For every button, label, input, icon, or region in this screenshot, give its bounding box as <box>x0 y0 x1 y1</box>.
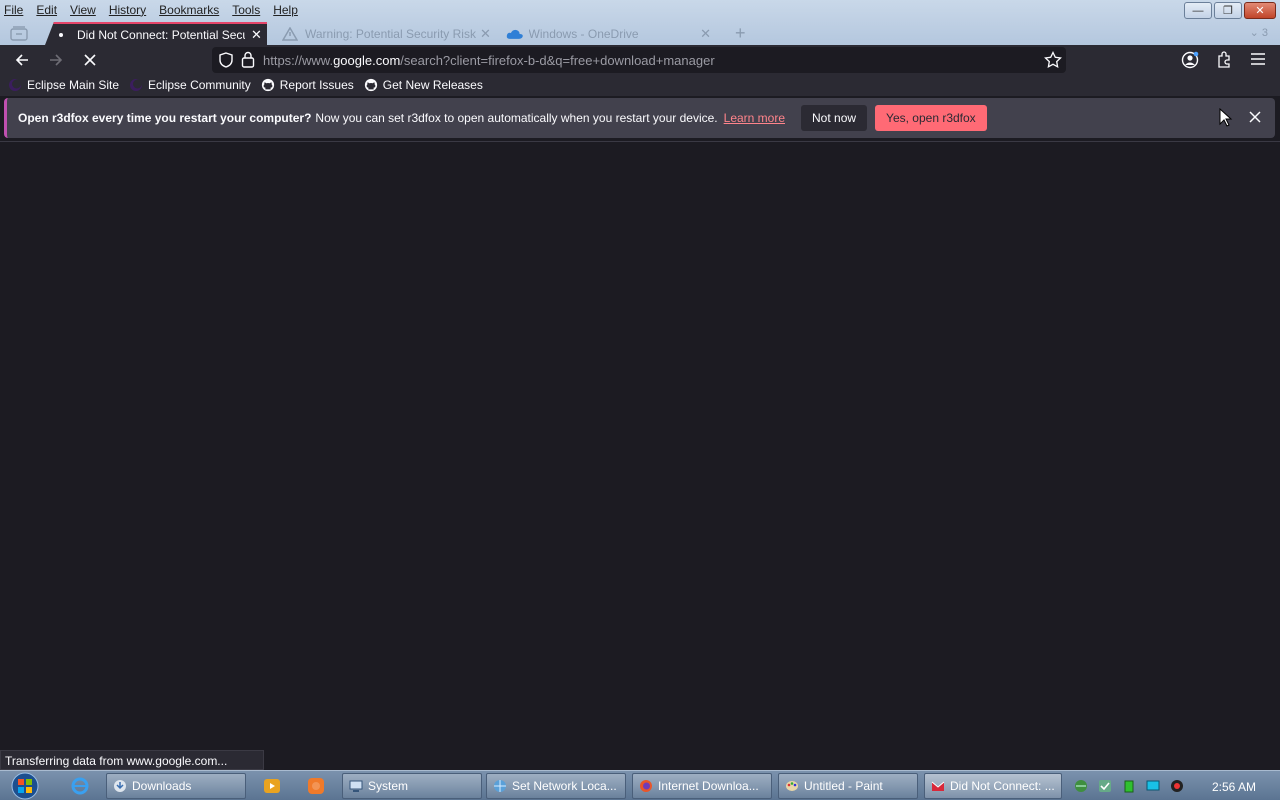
tab-strip: Did Not Connect: Potential Secu ✕ Warnin… <box>0 22 1280 45</box>
tab-title: Warning: Potential Security Risk <box>305 26 476 41</box>
app-launcher-icon[interactable] <box>306 776 326 796</box>
taskbar-item-internet-download[interactable]: Internet Downloa... <box>632 773 772 799</box>
hamburger-menu-icon[interactable] <box>1250 52 1266 66</box>
menu-edit[interactable]: Edit <box>36 3 57 17</box>
url-bar[interactable]: https://www.google.com/search?client=fir… <box>212 47 1066 73</box>
network-tray-icon[interactable] <box>1074 779 1088 793</box>
content-separator <box>0 141 1280 142</box>
bookmark-star-icon[interactable] <box>1044 51 1062 69</box>
tab-title: Did Not Connect: Potential Secu <box>77 27 245 42</box>
bookmark-label: Eclipse Community <box>148 78 251 92</box>
menu-help[interactable]: Help <box>273 3 298 17</box>
minimize-button[interactable]: — <box>1184 2 1212 19</box>
yes-open-button[interactable]: Yes, open r3dfox <box>875 105 987 131</box>
bookmark-label: Report Issues <box>279 78 354 92</box>
bookmarks-toolbar: Eclipse Main Site Eclipse Community Repo… <box>0 74 1280 96</box>
account-icon[interactable] <box>1181 51 1199 69</box>
network-icon <box>494 780 506 792</box>
eclipse-icon <box>130 79 143 91</box>
taskbar: Downloads System Set Network Loca... Int… <box>0 770 1280 800</box>
system-icon <box>349 780 363 792</box>
taskbar-item-system[interactable]: System <box>342 773 482 799</box>
taskbar-label: Downloads <box>132 779 192 793</box>
warning-icon <box>282 26 298 41</box>
system-tray: 2:56 AM <box>1066 772 1280 800</box>
menu-file[interactable]: File <box>4 3 23 17</box>
url-path: /search?client=firefox-b-d&q=free+downlo… <box>400 53 715 68</box>
taskbar-label: Untitled - Paint <box>804 779 883 793</box>
firefox-icon <box>640 780 652 792</box>
tab-loading-dot-icon <box>59 32 63 37</box>
github-icon <box>261 78 274 92</box>
internet-explorer-icon[interactable] <box>70 776 90 796</box>
system-clock[interactable]: 2:56 AM <box>1212 780 1256 794</box>
window-controls: — ❐ ✕ <box>1184 2 1276 19</box>
eclipse-icon <box>9 79 21 91</box>
tab-security-warning[interactable]: Warning: Potential Security Risk ✕ <box>282 22 492 45</box>
menu-history[interactable]: History <box>109 3 146 17</box>
taskbar-label: Internet Downloa... <box>658 779 759 793</box>
stop-loading-icon[interactable] <box>80 50 100 70</box>
bookmark-get-new-releases[interactable]: Get New Releases <box>364 78 483 92</box>
url-prefix: https://www. <box>263 53 334 68</box>
restore-button[interactable]: ❐ <box>1214 2 1242 19</box>
app-tray-icon[interactable] <box>1170 779 1184 793</box>
taskbar-label: Set Network Loca... <box>512 779 617 793</box>
not-now-button[interactable]: Not now <box>801 105 868 131</box>
mouse-pointer-icon <box>1219 108 1233 127</box>
battery-tray-icon[interactable] <box>1122 779 1136 793</box>
taskbar-item-downloads[interactable]: Downloads <box>106 773 246 799</box>
security-tray-icon[interactable] <box>1098 779 1112 793</box>
menu-bookmarks[interactable]: Bookmarks <box>159 3 219 17</box>
bookmark-label: Get New Releases <box>382 78 483 92</box>
taskbar-label: Did Not Connect: ... <box>950 779 1055 793</box>
menu-view[interactable]: View <box>70 3 96 17</box>
paint-icon <box>786 781 798 791</box>
bookmark-eclipse-main[interactable]: Eclipse Main Site <box>8 78 119 92</box>
new-tab-button[interactable]: + <box>735 22 746 44</box>
media-player-icon[interactable] <box>262 776 282 796</box>
window-titlebar: File Edit View History Bookmarks Tools H… <box>0 0 1280 45</box>
tab-title: Windows - OneDrive <box>528 26 639 41</box>
url-host: google.com <box>333 53 401 68</box>
back-arrow-icon[interactable] <box>12 50 32 70</box>
status-panel: Transferring data from www.google.com... <box>0 750 264 770</box>
navigation-toolbar: https://www.google.com/search?client=fir… <box>0 45 1280 74</box>
tab-did-not-connect[interactable]: Did Not Connect: Potential Secu ✕ <box>45 22 267 45</box>
close-window-button[interactable]: ✕ <box>1244 2 1276 19</box>
taskbar-label: System <box>368 779 409 793</box>
downloads-icon <box>114 780 126 792</box>
github-icon <box>364 78 377 92</box>
extensions-icon[interactable] <box>1216 51 1233 68</box>
taskbar-item-did-not-connect[interactable]: Did Not Connect: ... <box>924 773 1062 799</box>
forward-arrow-icon[interactable] <box>46 50 66 70</box>
start-orb-icon[interactable] <box>6 772 44 800</box>
learn-more-link[interactable]: Learn more <box>724 111 785 125</box>
default-browser-notification: Open r3dfox every time you restart your … <box>4 98 1275 138</box>
r3dfox-icon <box>931 781 945 791</box>
tab-overview-icon[interactable] <box>10 25 28 41</box>
close-icon[interactable] <box>1247 109 1263 125</box>
tab-close-icon[interactable]: ✕ <box>480 26 491 42</box>
lock-icon[interactable] <box>241 51 255 68</box>
taskbar-item-network[interactable]: Set Network Loca... <box>486 773 626 799</box>
notification-heading: Open r3dfox every time you restart your … <box>18 111 312 125</box>
tab-list-dropdown[interactable]: ⌄ 3 <box>1250 26 1268 39</box>
tab-close-icon[interactable]: ✕ <box>251 27 262 43</box>
bookmark-eclipse-community[interactable]: Eclipse Community <box>129 78 251 92</box>
tab-close-icon[interactable]: ✕ <box>700 26 711 42</box>
menu-tools[interactable]: Tools <box>232 3 260 17</box>
bookmark-report-issues[interactable]: Report Issues <box>261 78 354 92</box>
bookmark-label: Eclipse Main Site <box>27 78 120 92</box>
tab-count: 3 <box>1261 27 1268 39</box>
url-text: https://www.google.com/search?client=fir… <box>263 53 715 68</box>
tracking-shield-icon[interactable] <box>218 52 234 68</box>
menubar: File Edit View History Bookmarks Tools H… <box>0 0 311 20</box>
tab-onedrive[interactable]: Windows - OneDrive ✕ <box>506 22 711 45</box>
display-tray-icon[interactable] <box>1146 779 1160 793</box>
onedrive-cloud-icon <box>506 29 523 39</box>
taskbar-item-paint[interactable]: Untitled - Paint <box>778 773 918 799</box>
notification-message: Now you can set r3dfox to open automatic… <box>315 111 718 125</box>
